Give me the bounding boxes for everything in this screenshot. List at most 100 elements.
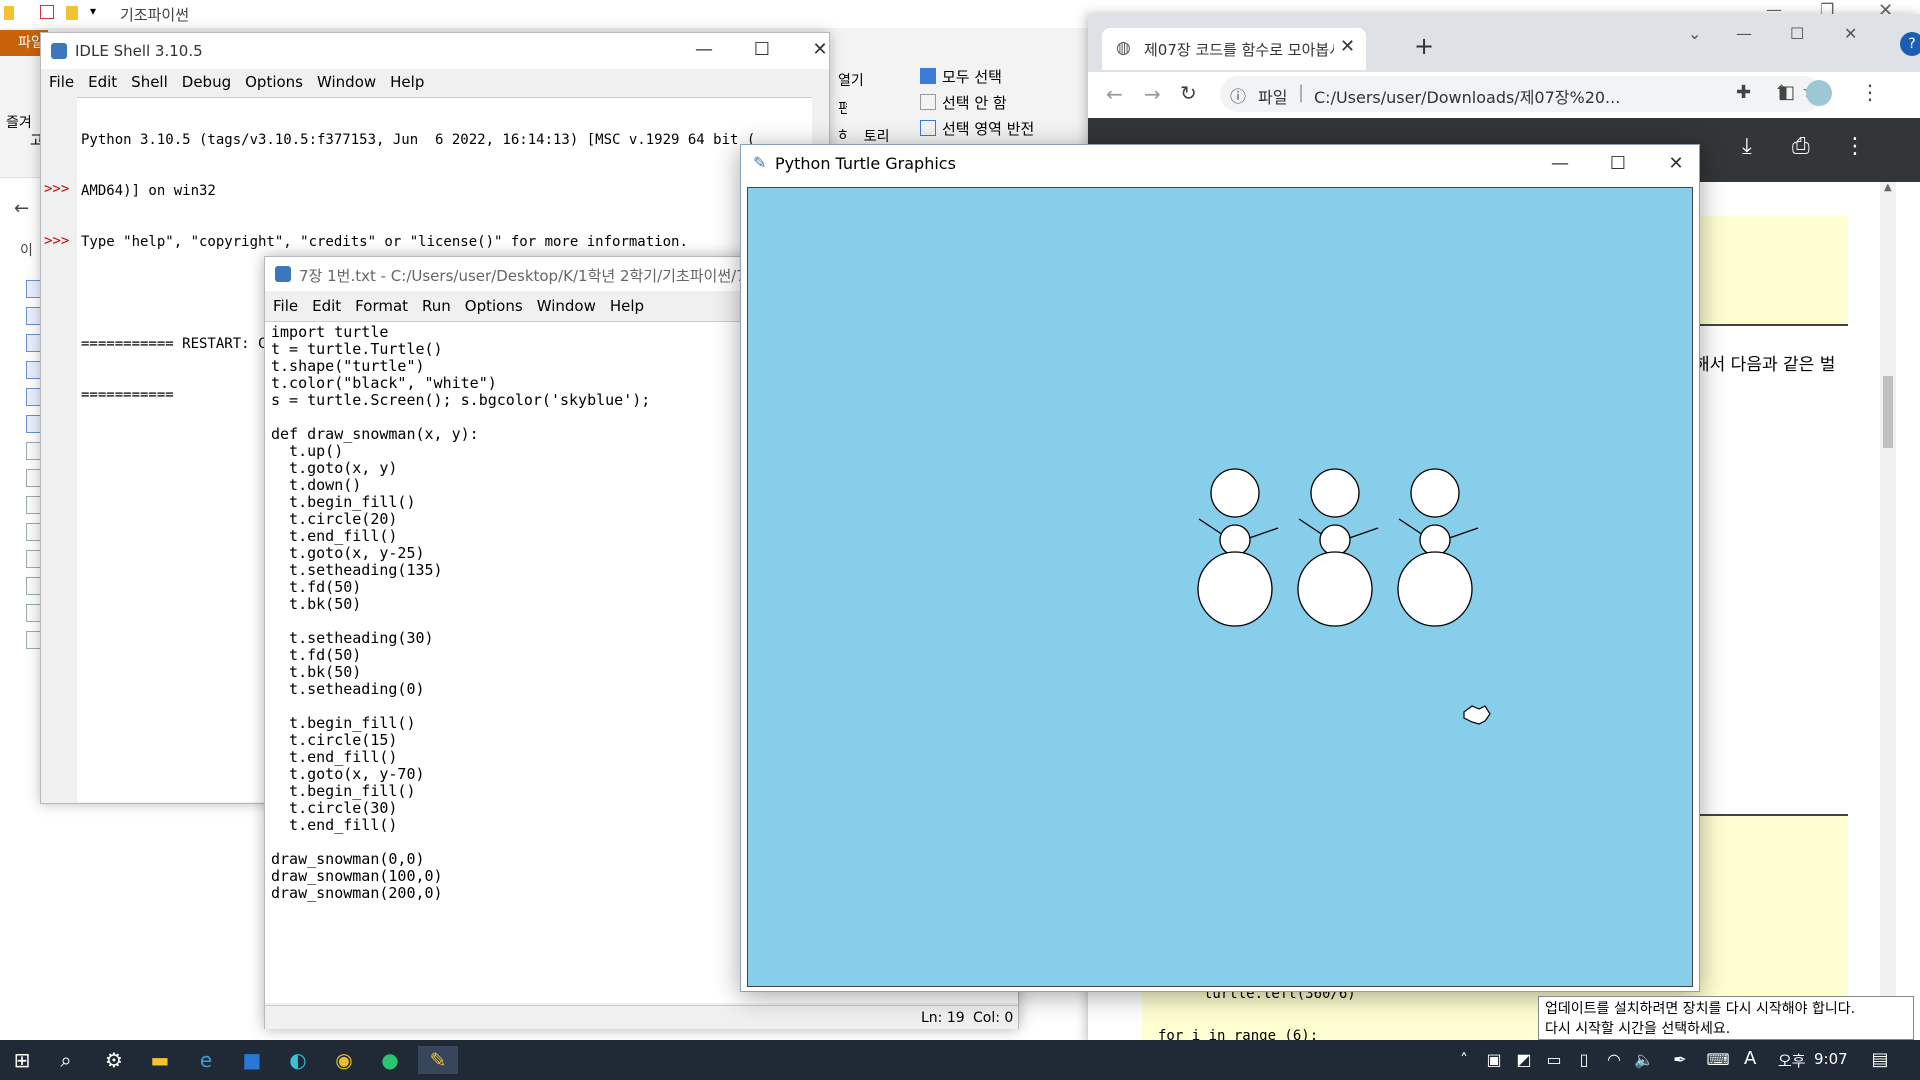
clock-time[interactable]: 9:07	[1814, 1050, 1848, 1068]
minimize-icon[interactable]: —	[1537, 149, 1583, 179]
menu-help[interactable]: Help	[390, 73, 424, 91]
menu-help[interactable]: Help	[610, 297, 644, 315]
maximize-icon[interactable]: ☐	[739, 35, 785, 65]
reload-icon[interactable]: ↻	[1180, 81, 1197, 105]
minimize-icon[interactable]: —	[1736, 24, 1752, 43]
pdf-text: 해서 다음과 같은 벌	[1694, 355, 1836, 375]
shell-prompt: >>>	[44, 233, 70, 249]
file-explorer-icon[interactable]: ▬	[146, 1046, 174, 1074]
address-prefix: 파일	[1258, 88, 1288, 107]
app-icon[interactable]: ●	[376, 1046, 404, 1074]
menu-format[interactable]: Format	[355, 297, 408, 315]
folder-icon	[4, 6, 14, 20]
info-icon[interactable]: ⓘ	[1230, 83, 1246, 107]
turtle-cursor	[1463, 705, 1491, 725]
menu-run[interactable]: Run	[422, 297, 451, 315]
status-line: Ln: 19	[921, 1010, 965, 1026]
turtle-title: Python Turtle Graphics	[775, 154, 956, 173]
back-arrow-icon[interactable]: ←	[14, 198, 29, 219]
favorites-label: 즐겨	[6, 115, 32, 131]
menu-window[interactable]: Window	[317, 73, 376, 91]
extensions-icon[interactable]: ✚	[1736, 82, 1751, 103]
settings-icon[interactable]: ⚙	[100, 1046, 128, 1074]
tray-app-icon[interactable]: ◩	[1510, 1046, 1538, 1074]
back-icon[interactable]: ←	[1106, 82, 1123, 106]
windows-start-icon[interactable]: ⊞	[8, 1046, 36, 1074]
store-icon[interactable]: ■	[238, 1046, 266, 1074]
edge-icon[interactable]: ◐	[284, 1046, 312, 1074]
menu-options[interactable]: Options	[465, 297, 523, 315]
maximize-icon[interactable]: ☐	[1790, 24, 1804, 43]
globe-icon: ◍	[1116, 38, 1131, 58]
profile-avatar[interactable]	[1806, 80, 1832, 106]
select-all-button[interactable]: 모두 선택	[942, 66, 1002, 87]
snowman-head	[1210, 468, 1260, 518]
menu-debug[interactable]: Debug	[182, 73, 231, 91]
select-none-button[interactable]: 선택 안 함	[942, 92, 1007, 113]
internet-explorer-icon[interactable]: e	[192, 1046, 220, 1074]
print-icon[interactable]: ⎙	[1792, 134, 1810, 159]
menu-file[interactable]: File	[49, 73, 74, 91]
wifi-icon[interactable]: ◠	[1600, 1046, 1628, 1074]
turtle-drawing	[1197, 468, 1491, 725]
minimize-icon[interactable]: —	[681, 35, 727, 65]
ime-indicator[interactable]: A	[1744, 1048, 1756, 1069]
checkbox-icon[interactable]	[40, 5, 54, 19]
side-panel-icon[interactable]: ◧	[1778, 82, 1795, 103]
tab-close-icon[interactable]: ✕	[1340, 36, 1355, 57]
pen-icon[interactable]: ✒	[1666, 1046, 1694, 1074]
download-icon[interactable]: ⤓	[1742, 134, 1752, 159]
close-icon[interactable]: ✕	[1844, 24, 1857, 43]
battery-icon[interactable]: ▯	[1570, 1046, 1598, 1074]
help-icon[interactable]: ?	[1900, 32, 1920, 56]
menu-options[interactable]: Options	[245, 73, 303, 91]
close-icon[interactable]: ✕	[797, 35, 843, 65]
maximize-icon[interactable]: ☐	[1595, 149, 1641, 179]
shell-line: Type "help", "copyright", "credits" or "…	[81, 234, 688, 250]
status-column: Col: 0	[973, 1010, 1014, 1026]
notification-center-icon[interactable]: ▤	[1866, 1046, 1894, 1074]
shell-prompt: >>>	[44, 181, 70, 197]
tab-search-icon[interactable]: ⌄	[1688, 24, 1701, 43]
browser-tab[interactable]: ◍ 제07장 코드를 함수로 모아봅시다 ✕	[1102, 28, 1366, 70]
more-icon[interactable]: ⋮	[1844, 134, 1866, 159]
address-bar[interactable]: ⓘ 파일 | C:/Users/user/Downloads/제07장%20..…	[1220, 76, 1822, 112]
clock-period: 오후	[1778, 1052, 1806, 1070]
dropdown-icon[interactable]: ▾	[90, 4, 96, 18]
snowman-base	[1397, 551, 1473, 627]
menu-file[interactable]: File	[273, 297, 298, 315]
snowman-body	[1319, 524, 1351, 556]
select-all-icon	[920, 68, 936, 84]
pdf-scrollbar[interactable]: ▲	[1880, 182, 1896, 1045]
snowman-base	[1297, 551, 1373, 627]
chrome-icon[interactable]: ◉	[330, 1046, 358, 1074]
menu-window[interactable]: Window	[537, 297, 596, 315]
keyboard-icon[interactable]: ⌨	[1704, 1046, 1732, 1074]
idle-taskbar-icon[interactable]: ✎	[418, 1046, 458, 1074]
address-text: C:/Users/user/Downloads/제07장%20...	[1314, 88, 1621, 107]
menu-shell[interactable]: Shell	[131, 73, 168, 91]
menu-edit[interactable]: Edit	[312, 297, 341, 315]
history-button[interactable]: 히스토리	[838, 126, 890, 146]
menu-edit[interactable]: Edit	[88, 73, 117, 91]
notification-line: 업데이트를 설치하려면 장치를 다시 시작해야 합니다.	[1545, 1001, 1856, 1017]
tray-chat-icon[interactable]: ▣	[1480, 1046, 1508, 1074]
update-notification[interactable]: 업데이트를 설치하려면 장치를 다시 시작해야 합니다. 다시 시작할 시간을 …	[1538, 996, 1914, 1040]
new-tab-icon[interactable]: +	[1414, 32, 1434, 60]
idle-shell-titlebar: IDLE Shell 3.10.5 — ☐ ✕	[41, 33, 829, 69]
invert-selection-button[interactable]: 선택 영역 반전	[942, 118, 1034, 139]
scroll-up-icon[interactable]: ▲	[1884, 182, 1892, 193]
shell-line: AMD64)] on win32	[81, 183, 216, 199]
snowman-head	[1410, 468, 1460, 518]
tray-camera-icon[interactable]: ▭	[1540, 1046, 1568, 1074]
turtle-canvas[interactable]	[747, 187, 1693, 987]
menu-icon[interactable]: ⋮	[1860, 80, 1880, 104]
open-button[interactable]: 열기	[838, 70, 864, 90]
search-icon[interactable]: ⌕	[52, 1046, 80, 1074]
snowman-base	[1197, 551, 1273, 627]
close-icon[interactable]: ✕	[1653, 149, 1699, 179]
volume-icon[interactable]: 🔈	[1630, 1046, 1658, 1074]
tray-chevron-icon[interactable]: ˄	[1450, 1046, 1478, 1074]
scrollbar-thumb[interactable]	[1883, 376, 1893, 448]
forward-icon[interactable]: →	[1144, 82, 1161, 106]
